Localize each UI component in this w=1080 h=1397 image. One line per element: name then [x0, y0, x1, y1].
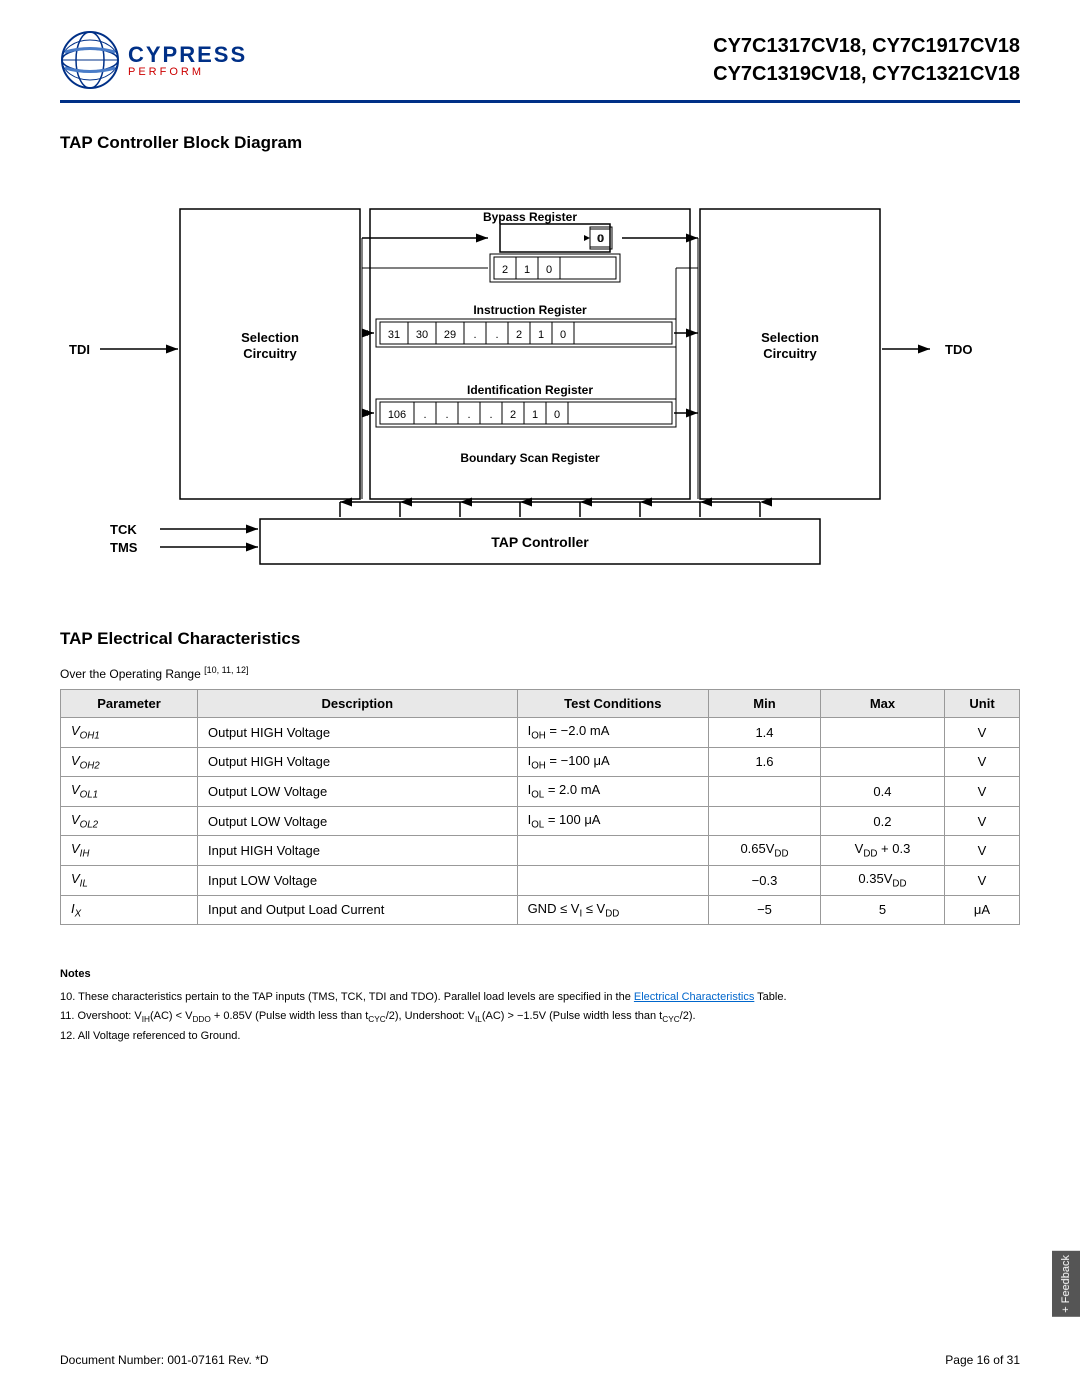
- diagram-container: 0 Instruction Register 31 30 29 . . 2: [60, 169, 1020, 589]
- svg-text:0: 0: [560, 329, 566, 341]
- electrical-title: TAP Electrical Characteristics: [60, 629, 1020, 649]
- header: CYPRESS PERFORM CY7C1317CV18, CY7C1917CV…: [60, 30, 1020, 103]
- col-parameter: Parameter: [61, 690, 198, 718]
- title-line-1: CY7C1317CV18, CY7C1917CV18: [713, 32, 1020, 60]
- svg-text:0: 0: [598, 233, 604, 245]
- svg-text:31: 31: [388, 329, 400, 341]
- notes-section: Notes 10. These characteristics pertain …: [60, 965, 1020, 1045]
- table-row: VILInput LOW Voltage−0.30.35VDDV: [61, 865, 1020, 895]
- selection-circuitry-right: Selection: [761, 330, 819, 345]
- bypass-register-label: Bypass Register: [483, 210, 577, 224]
- note-item: 12. All Voltage referenced to Ground.: [60, 1027, 1020, 1046]
- logo-globe-icon: [60, 30, 120, 90]
- svg-text:2: 2: [502, 264, 508, 276]
- table-header-row: Parameter Description Test Conditions Mi…: [61, 690, 1020, 718]
- svg-text:.: .: [473, 329, 476, 341]
- tck-label: TCK: [110, 522, 137, 537]
- svg-text:29: 29: [444, 329, 456, 341]
- svg-text:2: 2: [516, 329, 522, 341]
- block-diagram-section: TAP Controller Block Diagram 0 Instructi…: [60, 133, 1020, 589]
- notes-title: Notes: [60, 965, 1020, 984]
- boundary-scan-label: Boundary Scan Register: [460, 451, 600, 465]
- header-title: CY7C1317CV18, CY7C1917CV18 CY7C1319CV18,…: [713, 32, 1020, 88]
- svg-text:30: 30: [416, 329, 428, 341]
- table-row: VOL1Output LOW VoltageIOL = 2.0 mA0.4V: [61, 777, 1020, 807]
- svg-text:2: 2: [510, 409, 516, 421]
- svg-text:.: .: [423, 409, 426, 421]
- table-subtitle: Over the Operating Range [10, 11, 12]: [60, 665, 1020, 681]
- logo-text: CYPRESS PERFORM: [128, 42, 247, 78]
- block-diagram-svg: 0 Instruction Register 31 30 29 . . 2: [60, 169, 1020, 589]
- svg-text:0: 0: [546, 264, 552, 276]
- svg-text:106: 106: [388, 409, 406, 421]
- table-row: VOL2Output LOW VoltageIOL = 100 μA0.2V: [61, 806, 1020, 836]
- selection-circuitry-left: Selection: [241, 330, 299, 345]
- electrical-table: Parameter Description Test Conditions Mi…: [60, 689, 1020, 925]
- svg-text:.: .: [489, 409, 492, 421]
- col-test-conditions: Test Conditions: [517, 690, 709, 718]
- title-line-2: CY7C1319CV18, CY7C1321CV18: [713, 60, 1020, 88]
- page-number: Page 16 of 31: [945, 1353, 1020, 1367]
- svg-text:.: .: [445, 409, 448, 421]
- tdi-label: TDI: [69, 342, 90, 357]
- col-description: Description: [198, 690, 518, 718]
- identification-register-label: Identification Register: [467, 383, 593, 397]
- note-item: 11. Overshoot: VIH(AC) < VDDO + 0.85V (P…: [60, 1007, 1020, 1027]
- electrical-section: TAP Electrical Characteristics Over the …: [60, 629, 1020, 925]
- table-row: IXInput and Output Load CurrentGND ≤ VI …: [61, 895, 1020, 925]
- logo-perform-text: PERFORM: [128, 66, 204, 78]
- svg-text:.: .: [495, 329, 498, 341]
- col-min: Min: [709, 690, 821, 718]
- svg-text:1: 1: [524, 264, 530, 276]
- table-row: VIHInput HIGH Voltage0.65VDDVDD + 0.3V: [61, 836, 1020, 866]
- table-row: VOH2Output HIGH VoltageIOH = −100 μA1.6V: [61, 747, 1020, 777]
- svg-text:1: 1: [532, 409, 538, 421]
- col-unit: Unit: [945, 690, 1020, 718]
- svg-text:Circuitry: Circuitry: [243, 346, 297, 361]
- note-item: 10. These characteristics pertain to the…: [60, 988, 1020, 1007]
- table-row: VOH1Output HIGH VoltageIOH = −2.0 mA1.4V: [61, 718, 1020, 748]
- svg-text:Circuitry: Circuitry: [763, 346, 817, 361]
- tms-label: TMS: [110, 540, 138, 555]
- footer: Document Number: 001-07161 Rev. *D Page …: [60, 1353, 1020, 1367]
- block-diagram-title: TAP Controller Block Diagram: [60, 133, 1020, 153]
- feedback-button[interactable]: + Feedback: [1052, 1251, 1080, 1317]
- instruction-register-label: Instruction Register: [473, 303, 587, 317]
- logo-cypress-text: CYPRESS: [128, 42, 247, 68]
- tdo-label: TDO: [945, 342, 972, 357]
- page: CYPRESS PERFORM CY7C1317CV18, CY7C1917CV…: [0, 0, 1080, 1397]
- svg-text:1: 1: [538, 329, 544, 341]
- logo-area: CYPRESS PERFORM: [60, 30, 247, 90]
- col-max: Max: [820, 690, 944, 718]
- svg-text:0: 0: [554, 409, 560, 421]
- svg-text:.: .: [467, 409, 470, 421]
- doc-number: Document Number: 001-07161 Rev. *D: [60, 1353, 269, 1367]
- tap-controller-label: TAP Controller: [491, 534, 589, 550]
